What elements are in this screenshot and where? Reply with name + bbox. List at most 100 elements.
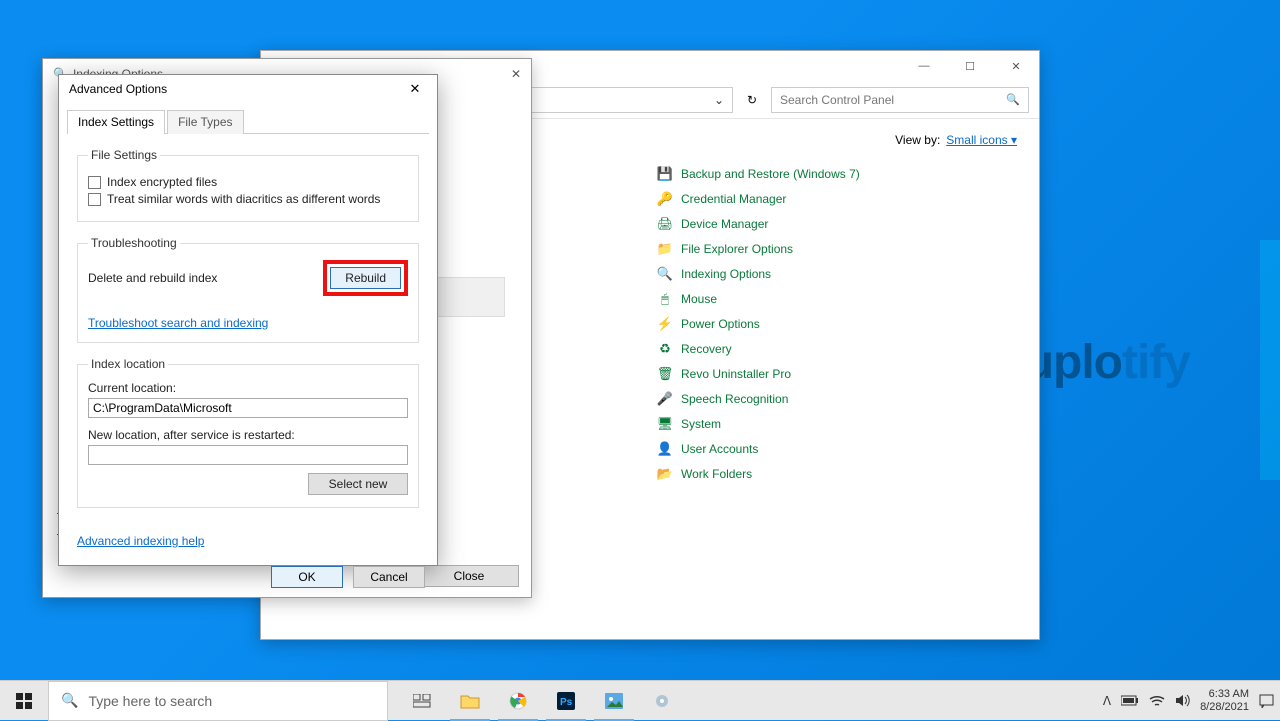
search-placeholder: Search Control Panel [780, 93, 894, 107]
cp-item-label: Device Manager [681, 217, 768, 231]
checkbox-encrypted[interactable] [88, 176, 101, 189]
tab-index-settings[interactable]: Index Settings [67, 110, 165, 134]
search-icon: 🔍 [61, 692, 78, 709]
new-location-input[interactable] [88, 445, 408, 465]
advanced-options-dialog: Advanced Options ✕ Index Settings File T… [58, 74, 438, 566]
battery-icon[interactable] [1121, 695, 1139, 706]
maximize-button[interactable]: ☐ [947, 51, 993, 81]
rebuild-button[interactable]: Rebuild [330, 267, 401, 289]
search-input[interactable]: Search Control Panel 🔍 [771, 87, 1029, 113]
cp-item[interactable]: 👤User Accounts [657, 436, 1017, 461]
cp-item-label: Power Options [681, 317, 760, 331]
cp-item[interactable]: 🖥 System [657, 411, 1017, 436]
search-icon: 🔍 [1006, 93, 1020, 106]
cp-item-label: Indexing Options [681, 267, 771, 281]
chevron-down-icon[interactable]: ⌄ [714, 93, 724, 107]
file-explorer-taskbar[interactable] [446, 681, 494, 721]
file-settings-group: File Settings Index encrypted files Trea… [77, 148, 419, 222]
app-taskbar-2[interactable] [638, 681, 686, 721]
tray-chevron-icon[interactable]: ᐱ [1103, 694, 1111, 708]
cp-item-label: Backup and Restore (Windows 7) [681, 167, 860, 181]
cp-item[interactable]: 🗑 Revo Uninstaller Pro [657, 361, 1017, 386]
current-location-label: Current location: [88, 381, 408, 395]
current-location-input[interactable] [88, 398, 408, 418]
notifications-icon[interactable] [1259, 694, 1274, 708]
cp-item-icon: 📁 [657, 241, 673, 257]
rebuild-row: Delete and rebuild index Rebuild [88, 260, 408, 296]
view-by-dropdown[interactable]: Small icons ▾ [946, 133, 1017, 147]
cp-item-label: User Accounts [681, 442, 758, 456]
cp-item[interactable]: 🖨Device Manager [657, 211, 1017, 236]
ao-tabs: Index Settings File Types [67, 109, 429, 134]
cp-item-label: Revo Uninstaller Pro [681, 367, 791, 381]
file-settings-legend: File Settings [88, 148, 160, 162]
cp-item-icon: ⚡ [657, 316, 673, 332]
cp-item[interactable]: 🎤 Speech Recognition [657, 386, 1017, 411]
cp-item-icon: 🖥 [657, 416, 673, 432]
start-button[interactable] [0, 681, 48, 721]
cp-item-label: Recovery [681, 342, 732, 356]
cp-item-icon: 📂 [657, 466, 673, 482]
rebuild-highlight: Rebuild [323, 260, 408, 296]
advanced-help-link[interactable]: Advanced indexing help [77, 534, 204, 548]
watermark-faded: tify [1122, 336, 1190, 389]
troubleshooting-legend: Troubleshooting [88, 236, 180, 250]
chrome-taskbar[interactable] [494, 681, 542, 721]
ao-content: File Settings Index encrypted files Trea… [59, 134, 437, 532]
troubleshoot-link[interactable]: Troubleshoot search and indexing [88, 316, 268, 330]
ao-title-text: Advanced Options [69, 82, 167, 96]
chk-diacritics-row[interactable]: Treat similar words with diacritics as d… [88, 192, 408, 206]
close-button[interactable]: ✕ [403, 77, 427, 101]
cp-item[interactable]: ♻Recovery [657, 336, 1017, 361]
chk-encrypted-row[interactable]: Index encrypted files [88, 175, 408, 189]
windows-icon [16, 693, 32, 709]
taskbar-apps: Ps [398, 681, 686, 721]
cp-item-label: Work Folders [681, 467, 752, 481]
cp-item[interactable]: 🖱Mouse [657, 286, 1017, 311]
chrome-icon [509, 692, 527, 710]
ao-footer: OK Cancel [59, 558, 437, 596]
view-by-label: View by: [895, 133, 940, 147]
gear-icon [653, 692, 671, 710]
ao-titlebar: Advanced Options ✕ [59, 75, 437, 103]
cp-item-icon: 🖱 [657, 291, 673, 307]
cp-item[interactable]: 💾Backup and Restore (Windows 7) [657, 161, 1017, 186]
new-location-label: New location, after service is restarted… [88, 428, 408, 442]
close-icon: ✕ [410, 81, 421, 97]
task-view-icon [413, 694, 431, 708]
volume-icon[interactable] [1175, 694, 1190, 707]
app-taskbar-1[interactable] [590, 681, 638, 721]
picture-icon [605, 693, 623, 709]
ok-button[interactable]: OK [271, 566, 343, 588]
wifi-icon[interactable] [1149, 695, 1165, 707]
photoshop-taskbar[interactable]: Ps [542, 681, 590, 721]
checkbox-diacritics[interactable] [88, 193, 101, 206]
index-location-group: Index location Current location: New loc… [77, 357, 419, 508]
cp-item[interactable]: 📁File Explorer Options [657, 236, 1017, 261]
cp-item-label: System [681, 417, 721, 431]
clock[interactable]: 6:33 AM 8/28/2021 [1200, 688, 1249, 713]
select-new-button[interactable]: Select new [308, 473, 408, 495]
taskbar-search[interactable]: 🔍 Type here to search [48, 681, 388, 721]
refresh-icon: ↻ [747, 93, 757, 107]
system-tray: ᐱ 6:33 AM 8/28/2021 [1097, 681, 1280, 721]
cp-item-icon: 🗑 [657, 366, 673, 382]
cp-item[interactable]: 🔍Indexing Options [657, 261, 1017, 286]
taskbar: 🔍 Type here to search Ps ᐱ [0, 680, 1280, 720]
tab-file-types[interactable]: File Types [167, 110, 243, 134]
cp-item-label: Credential Manager [681, 192, 786, 206]
close-button[interactable]: ✕ [511, 67, 521, 81]
minimize-button[interactable]: — [901, 51, 947, 81]
close-icon: ✕ [1011, 60, 1020, 73]
refresh-button[interactable]: ↻ [739, 87, 765, 113]
cp-item[interactable]: 📂 Work Folders [657, 461, 1017, 486]
close-button[interactable]: ✕ [993, 51, 1039, 81]
chk-encrypted-label: Index encrypted files [107, 175, 217, 189]
cp-item-label: Speech Recognition [681, 392, 788, 406]
cancel-button[interactable]: Cancel [353, 566, 425, 588]
task-view-button[interactable] [398, 681, 446, 721]
cp-item-icon: 🎤 [657, 391, 673, 407]
cp-column-2: 💾Backup and Restore (Windows 7)🔑Credenti… [657, 161, 1017, 486]
cp-item[interactable]: 🔑Credential Manager [657, 186, 1017, 211]
cp-item[interactable]: ⚡ Power Options [657, 311, 1017, 336]
